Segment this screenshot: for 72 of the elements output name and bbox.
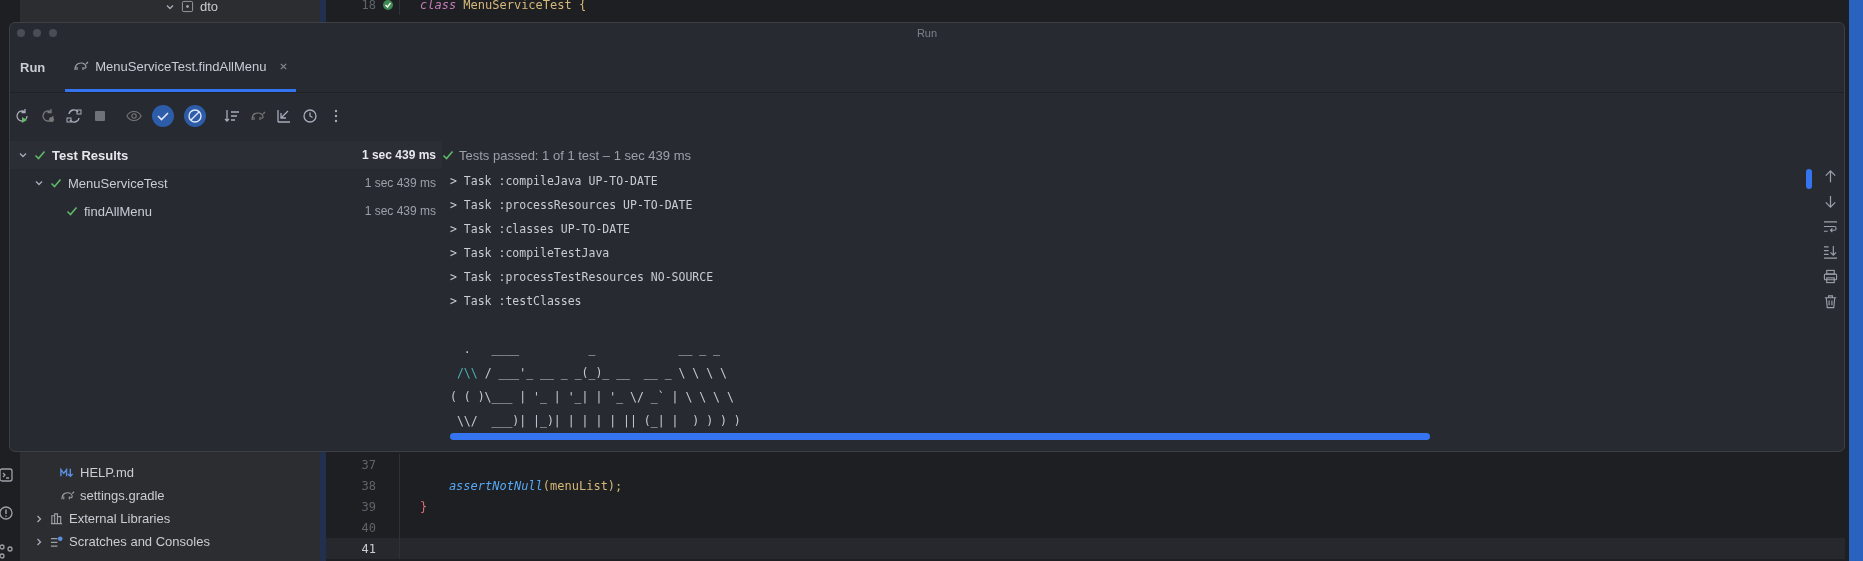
ascii-banner-line: ( ( )\___ | '_ | '_| | '_ \/ _` | \ \ \ \ xyxy=(450,389,734,406)
rerun-failed-icon[interactable] xyxy=(40,108,56,124)
ascii-banner-line: \\/ ___)| |_)| | | | | || (_| | ) ) ) ) xyxy=(455,413,741,430)
vertical-scrollbar[interactable] xyxy=(1806,169,1812,189)
code-line: assertNotNull(menuList); xyxy=(447,478,623,493)
test-row[interactable]: Test Results 1 sec 439 ms xyxy=(10,141,442,169)
test-name: MenuServiceTest xyxy=(68,175,168,191)
chevron-icon[interactable] xyxy=(34,178,44,188)
tree-item[interactable]: Scratches and Consoles xyxy=(69,534,210,549)
passed-run-icon[interactable] xyxy=(381,0,394,11)
tree-item[interactable]: HELP.md xyxy=(80,465,134,480)
console-line: > Task :processResources UP-TO-DATE xyxy=(450,197,693,214)
console-line: > Task :compileTestJava xyxy=(450,245,610,262)
console-line: > Task :processTestResources NO-SOURCE xyxy=(450,269,714,286)
sort-icon[interactable] xyxy=(224,108,240,124)
package-icon xyxy=(180,0,195,13)
run-tab[interactable]: MenuServiceTest.findAllMenu xyxy=(65,43,296,92)
close-icon[interactable] xyxy=(278,61,288,71)
markdown-icon xyxy=(60,466,75,479)
test-duration: 1 sec 439 ms xyxy=(364,204,436,218)
collapse-icon[interactable] xyxy=(276,108,292,124)
elephant-icon xyxy=(60,489,75,502)
soft-wrap-icon[interactable] xyxy=(1822,219,1838,234)
ascii-banner-line: /\\ / ___'_ __ _ _(_)_ __ __ _ \ \ \ \ xyxy=(455,365,727,382)
test-name: findAllMenu xyxy=(84,203,152,219)
line-number: 37 xyxy=(360,457,376,472)
clock-icon[interactable] xyxy=(302,108,318,124)
test-name: Test Results xyxy=(52,147,129,163)
problems-icon[interactable] xyxy=(0,505,14,521)
trash-icon[interactable] xyxy=(1822,294,1838,309)
test-row[interactable]: findAllMenu 1 sec 439 ms xyxy=(10,197,442,225)
scratch-icon xyxy=(49,535,64,548)
check-icon xyxy=(50,177,62,189)
test-duration: 1 sec 439 ms xyxy=(364,176,436,190)
line-number: 40 xyxy=(360,520,376,535)
chevron-icon[interactable] xyxy=(34,513,44,524)
terminal-icon[interactable] xyxy=(0,467,14,483)
check-icon xyxy=(34,149,46,161)
check-icon xyxy=(442,149,454,161)
tree-item[interactable]: settings.gradle xyxy=(80,488,165,503)
code-line: class MenuServiceTest { xyxy=(420,0,587,12)
tree-item[interactable]: External Libraries xyxy=(69,511,171,526)
line-number: 38 xyxy=(360,478,376,493)
rerun-icon[interactable] xyxy=(14,108,30,124)
chevron-icon[interactable] xyxy=(18,150,28,160)
window-title: Run xyxy=(916,27,938,39)
console-line: > Task :compileJava UP-TO-DATE xyxy=(450,173,658,190)
test-status: Tests passed: 1 of 1 test – 1 sec 439 ms xyxy=(459,147,691,163)
show-ignored-icon[interactable] xyxy=(184,105,206,127)
scroll-to-end-icon[interactable] xyxy=(1822,244,1838,259)
elephant-icon xyxy=(73,60,90,72)
tool-window-label: Run xyxy=(19,59,47,77)
ascii-banner-line: . ____ _ __ _ _ xyxy=(462,341,721,358)
eye-icon[interactable] xyxy=(126,108,142,124)
line-number: 39 xyxy=(360,499,376,514)
check-icon xyxy=(66,205,78,217)
horizontal-scrollbar[interactable] xyxy=(450,433,1430,440)
git-icon[interactable] xyxy=(0,543,14,559)
test-row[interactable]: MenuServiceTest 1 sec 439 ms xyxy=(10,169,442,197)
show-passed-icon[interactable] xyxy=(152,105,174,127)
print-icon[interactable] xyxy=(1822,269,1838,284)
line-number: 18 xyxy=(360,0,376,12)
console-line: > Task :classes UP-TO-DATE xyxy=(450,221,630,238)
stop-icon[interactable] xyxy=(92,108,108,124)
console-line: > Task :testClasses xyxy=(450,293,582,310)
line-number: 41 xyxy=(360,541,376,556)
tree-item[interactable]: dto xyxy=(200,0,219,14)
toggle-auto-test-icon[interactable] xyxy=(66,108,82,124)
test-duration: 1 sec 439 ms xyxy=(361,148,436,162)
code-line: } xyxy=(420,499,428,514)
chevron-icon[interactable] xyxy=(34,536,44,547)
library-icon xyxy=(49,512,64,525)
